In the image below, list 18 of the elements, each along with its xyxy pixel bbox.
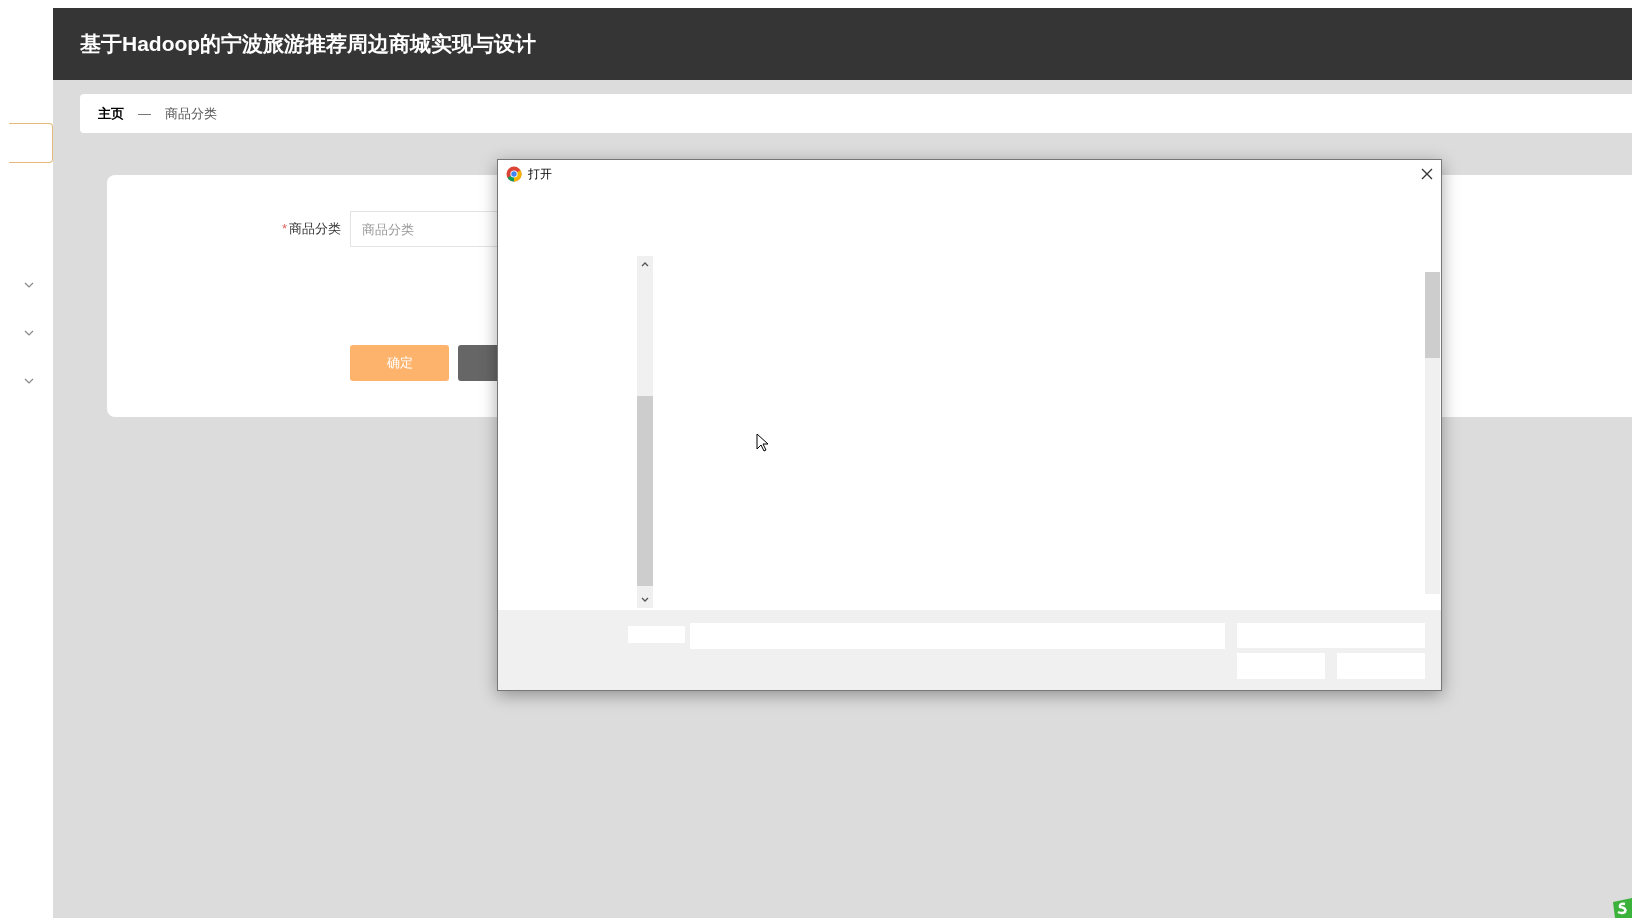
required-mark: * [281,220,287,239]
field-label: 商品分类 [289,220,341,239]
scroll-up-icon[interactable] [641,260,649,268]
dialog-title: 打开 [528,166,552,183]
sidebar-search-box[interactable] [9,123,53,163]
scrollbar-thumb[interactable] [1425,272,1440,358]
browser-logo-icon [506,166,522,182]
site-title: 基于Hadoop的宁波旅游推荐周边商城实现与设计 [80,31,537,58]
close-icon[interactable] [1421,168,1433,180]
mouse-cursor-icon [756,433,769,452]
breadcrumb-separator: — [138,104,151,123]
scrollbar-thumb[interactable] [637,396,653,586]
scroll-down-icon[interactable] [641,596,649,604]
scrollbar[interactable] [1425,272,1440,594]
input-method-icon[interactable] [1610,898,1632,918]
scrollbar[interactable] [637,256,653,608]
breadcrumb-link[interactable]: 主页 [98,103,124,124]
breadcrumb-link[interactable]: 商品分类 [165,103,217,124]
